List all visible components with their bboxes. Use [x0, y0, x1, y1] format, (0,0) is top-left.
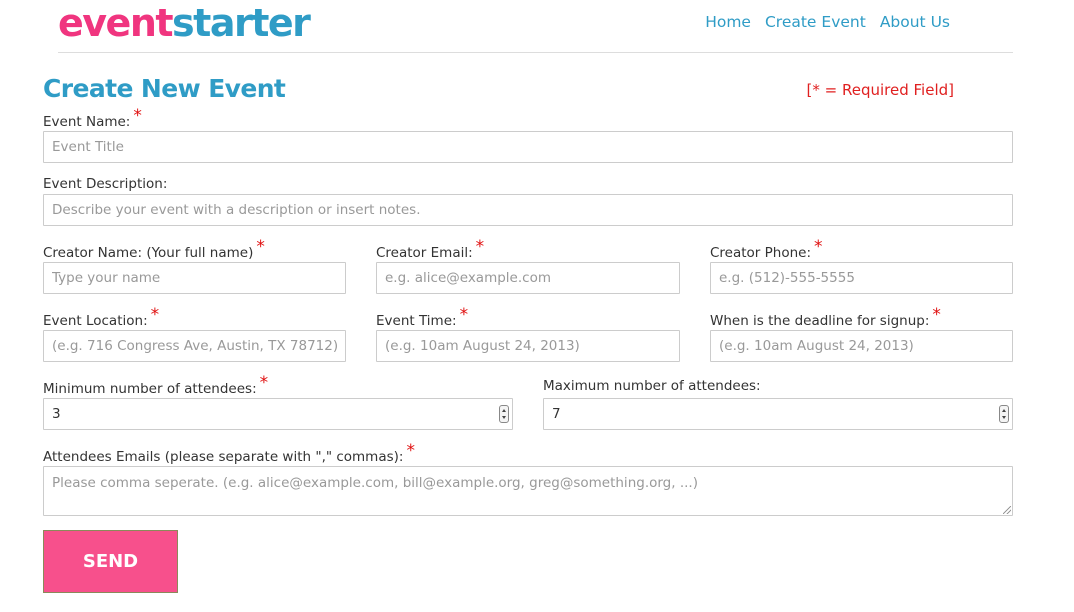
send-button[interactable]: SEND: [43, 530, 178, 593]
creator-name-input[interactable]: [43, 262, 346, 294]
required-star: *: [475, 237, 485, 257]
required-star: *: [932, 305, 941, 325]
event-description-input[interactable]: [43, 194, 1013, 226]
header-divider: [58, 52, 1013, 53]
creator-name-label: Creator Name: (Your full name) *: [43, 237, 265, 261]
event-description-label: Event Description:: [43, 176, 168, 192]
required-star: *: [459, 305, 469, 325]
required-star: *: [259, 373, 269, 393]
nav-link-home[interactable]: Home: [705, 13, 751, 31]
nav-link-create-event[interactable]: Create Event: [765, 13, 866, 31]
required-star: *: [133, 106, 142, 126]
signup-deadline-input[interactable]: [710, 330, 1013, 362]
main-nav: Home Create Event About Us: [705, 13, 950, 31]
creator-phone-label: Creator Phone: *: [710, 237, 823, 261]
event-time-label: Event Time: *: [376, 305, 469, 329]
event-name-input[interactable]: [43, 131, 1013, 163]
max-attendees-input[interactable]: [543, 398, 1013, 430]
required-star: *: [406, 441, 415, 461]
event-location-input[interactable]: [43, 330, 346, 362]
logo-part-event: event: [58, 1, 174, 45]
event-time-input[interactable]: [376, 330, 680, 362]
nav-link-about-us[interactable]: About Us: [880, 13, 950, 31]
creator-email-label: Creator Email: *: [376, 237, 485, 261]
resize-grip-icon[interactable]: [1003, 506, 1011, 514]
required-star: *: [256, 237, 265, 257]
min-attendees-input[interactable]: [43, 398, 513, 430]
logo-part-starter: starter: [172, 1, 311, 45]
creator-phone-input[interactable]: [710, 262, 1013, 294]
required-star: *: [814, 237, 823, 257]
max-attendees-label: Maximum number of attendees:: [543, 378, 761, 394]
attendee-emails-label: Attendees Emails (please separate with "…: [43, 441, 415, 465]
page-title: Create New Event: [43, 74, 286, 103]
min-attendees-stepper-icon[interactable]: [499, 405, 509, 423]
event-name-label: Event Name: *: [43, 106, 142, 130]
creator-email-input[interactable]: [376, 262, 680, 294]
max-attendees-stepper-icon[interactable]: [999, 405, 1009, 423]
attendee-emails-textarea[interactable]: [43, 466, 1013, 516]
min-attendees-label: Minimum number of attendees: *: [43, 373, 269, 397]
signup-deadline-label: When is the deadline for signup: *: [710, 305, 941, 329]
required-star: *: [150, 305, 160, 325]
required-field-note: [* = Required Field]: [806, 81, 954, 99]
logo[interactable]: eventstarter: [58, 0, 311, 46]
event-location-label: Event Location: *: [43, 305, 160, 329]
